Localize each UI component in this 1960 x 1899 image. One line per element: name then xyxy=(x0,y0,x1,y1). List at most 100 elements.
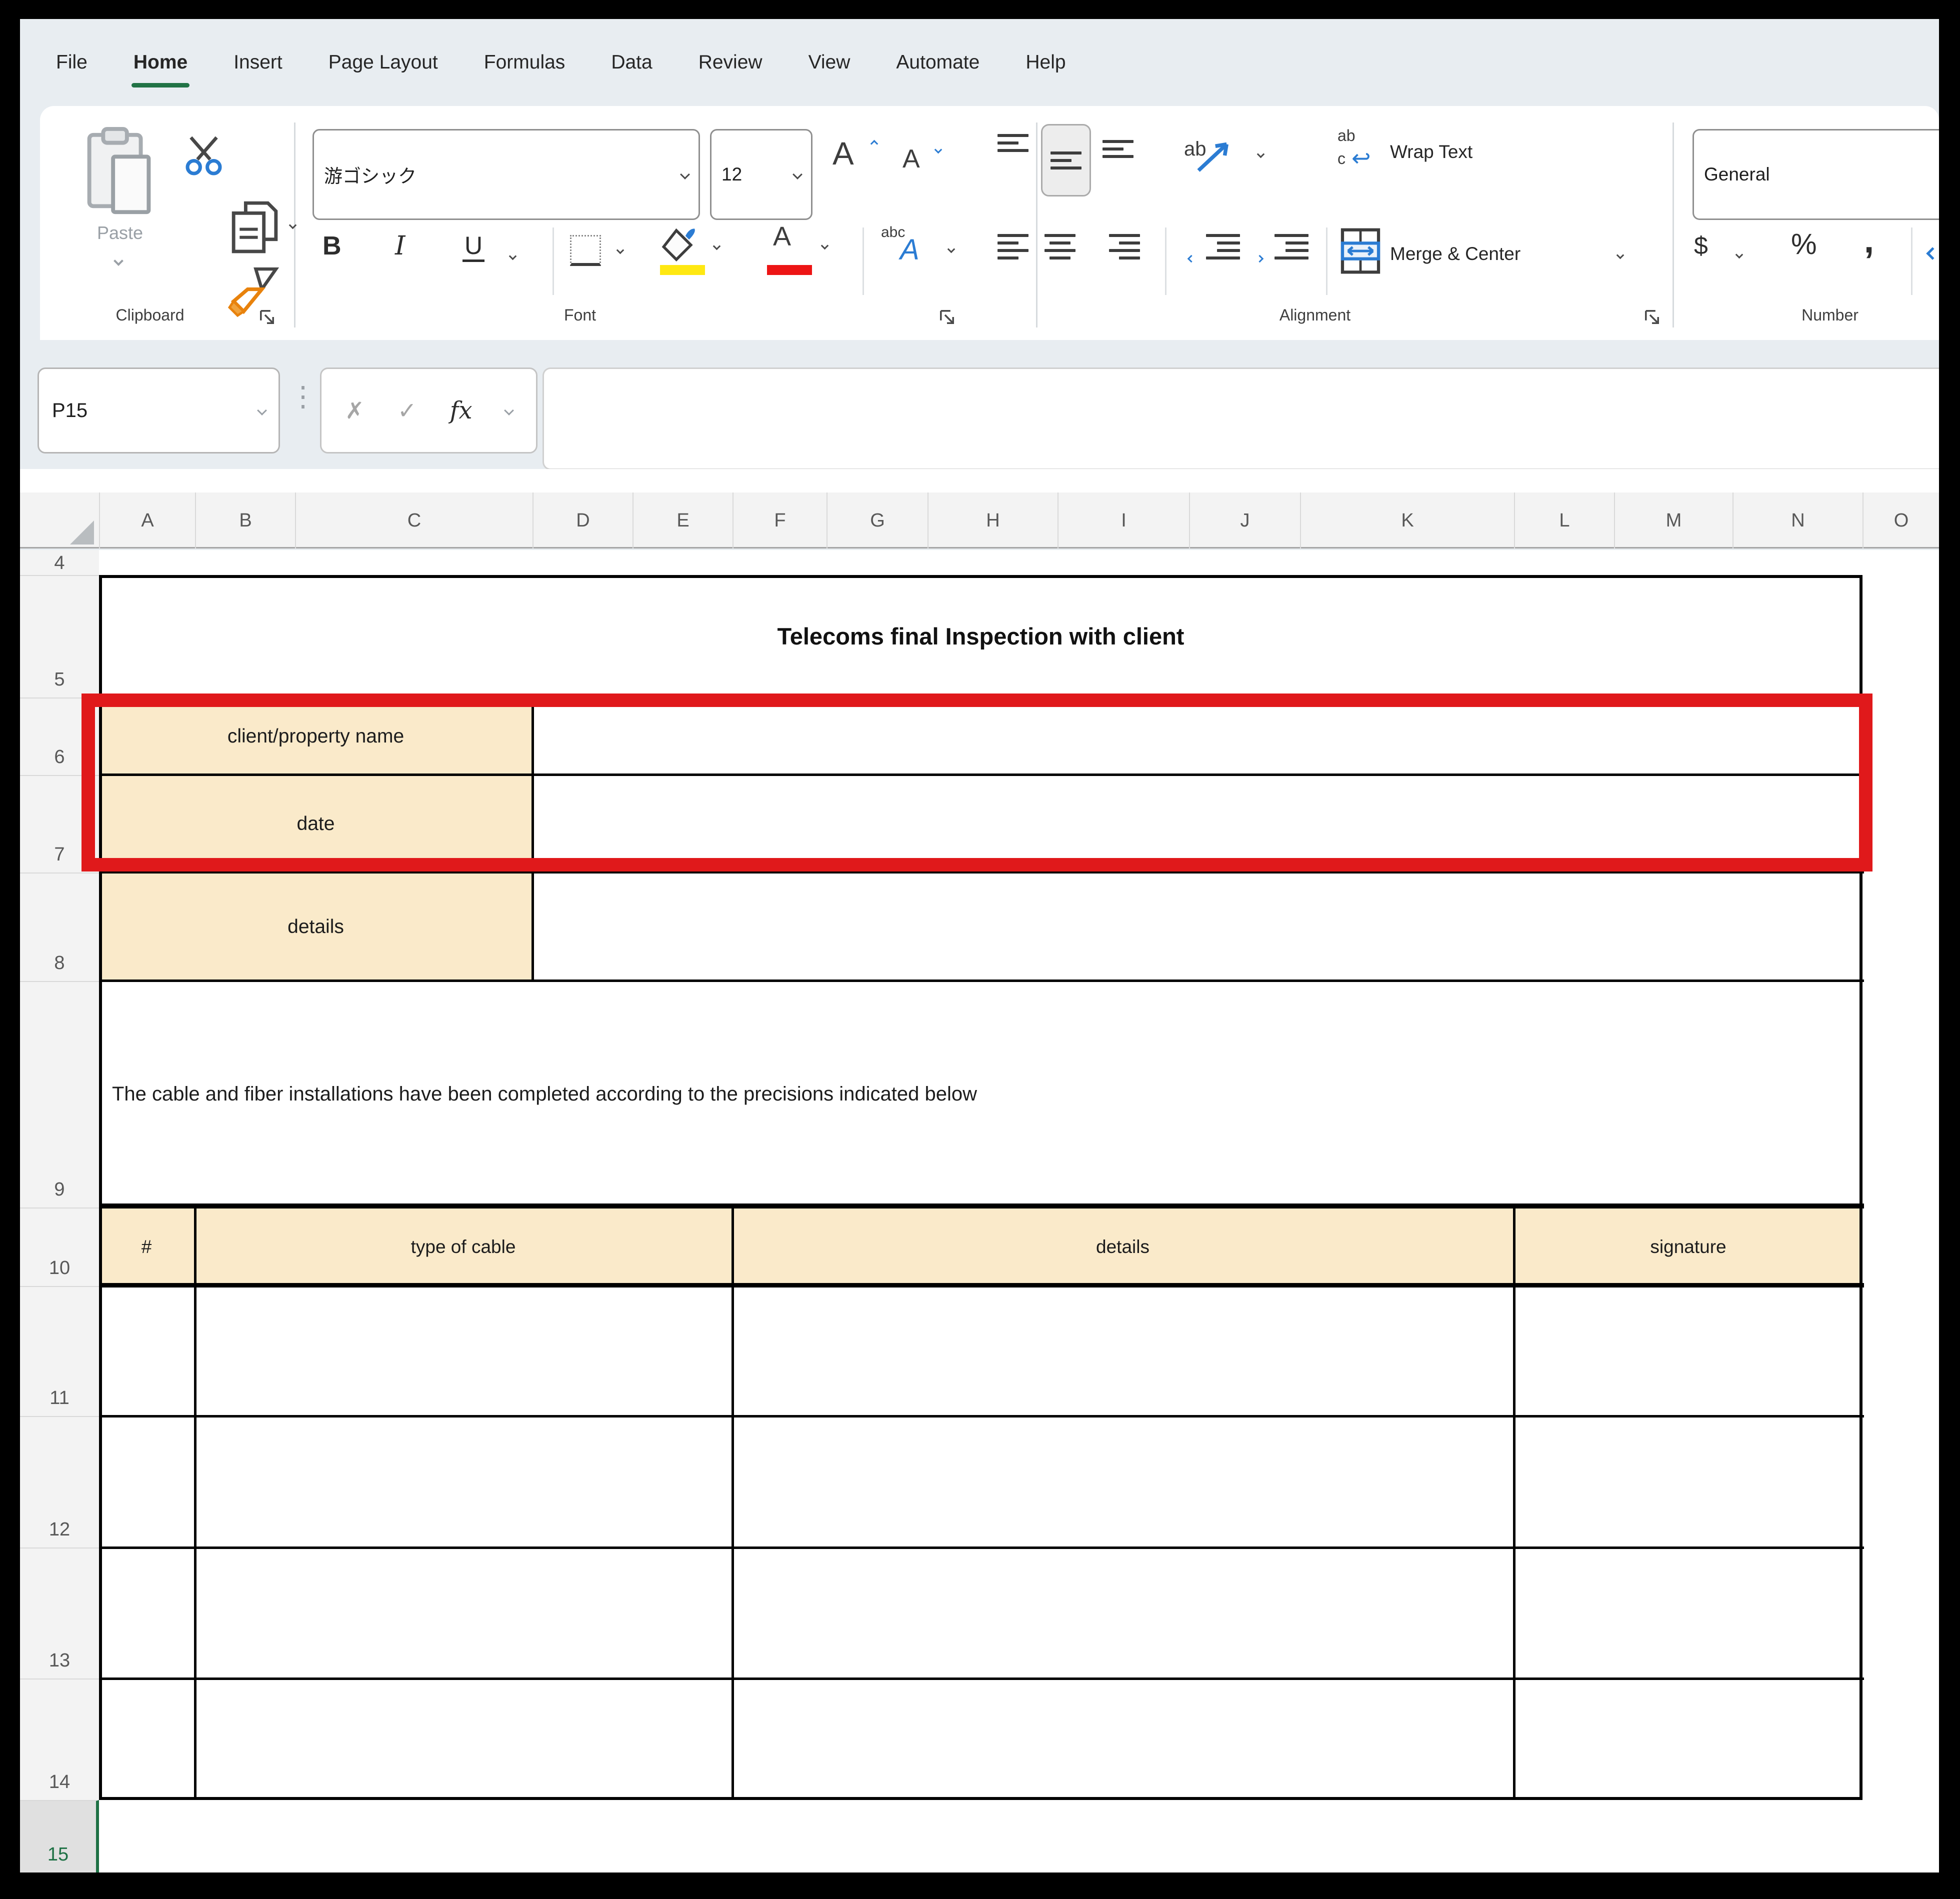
alignment-dialog-launcher[interactable] xyxy=(1642,308,1662,326)
table-cell[interactable] xyxy=(99,1548,194,1678)
increase-font-button[interactable]: A xyxy=(832,135,892,205)
orientation-button[interactable]: ab xyxy=(1184,129,1276,194)
column-header-L[interactable]: L xyxy=(1514,492,1614,548)
column-header-A[interactable]: A xyxy=(99,492,195,548)
table-header-type[interactable]: type of cable xyxy=(195,1208,732,1286)
align-left-button[interactable] xyxy=(998,234,1035,289)
percent-button[interactable]: % xyxy=(1791,228,1846,282)
formula-input[interactable] xyxy=(542,368,1939,470)
column-header-N[interactable]: N xyxy=(1732,492,1862,548)
italic-button[interactable]: I xyxy=(395,231,430,286)
bold-button[interactable]: B xyxy=(322,231,362,286)
cancel-button[interactable]: ✗ xyxy=(345,397,364,424)
table-cell[interactable] xyxy=(1514,1286,1862,1416)
column-header-I[interactable]: I xyxy=(1058,492,1189,548)
tab-view[interactable]: View xyxy=(802,52,856,74)
table-cell[interactable] xyxy=(1514,1548,1862,1678)
insert-function-button[interactable]: fx xyxy=(450,396,472,424)
row-header-5[interactable]: 5 xyxy=(20,575,99,698)
column-header-C[interactable]: C xyxy=(295,492,532,548)
font-name-combo[interactable]: 游ゴシック xyxy=(312,129,700,220)
table-cell[interactable] xyxy=(1514,1678,1862,1800)
row-header-9[interactable]: 9 xyxy=(20,981,99,1208)
column-header-E[interactable]: E xyxy=(632,492,732,548)
fill-color-button[interactable] xyxy=(660,226,730,291)
clipboard-dialog-launcher[interactable] xyxy=(258,308,276,326)
row-header-10[interactable]: 10 xyxy=(20,1208,99,1286)
phonetic-button[interactable]: abc A xyxy=(881,224,966,294)
copy-button[interactable] xyxy=(228,195,308,260)
tab-insert[interactable]: Insert xyxy=(228,52,288,74)
column-header-D[interactable]: D xyxy=(532,492,632,548)
column-header-G[interactable]: G xyxy=(826,492,928,548)
statement-cell[interactable]: The cable and fiber installations have b… xyxy=(99,981,1862,1208)
row-header-8[interactable]: 8 xyxy=(20,872,99,981)
table-cell[interactable] xyxy=(195,1678,732,1800)
align-bottom-button[interactable] xyxy=(1102,140,1140,192)
column-header-J[interactable]: J xyxy=(1189,492,1300,548)
borders-button[interactable] xyxy=(570,235,635,285)
column-header-B[interactable]: B xyxy=(195,492,295,548)
enter-button[interactable]: ✓ xyxy=(398,397,417,424)
comma-style-button[interactable]: , xyxy=(1864,220,1899,275)
table-cell[interactable] xyxy=(732,1678,1513,1800)
row-header-4[interactable]: 4 xyxy=(20,550,99,575)
table-header-number[interactable]: # xyxy=(99,1208,194,1286)
form-label-details[interactable]: details xyxy=(99,872,532,981)
align-middle-button[interactable] xyxy=(1041,124,1091,196)
table-cell[interactable] xyxy=(99,1416,194,1548)
paste-button[interactable]: Paste xyxy=(75,125,165,290)
table-cell[interactable] xyxy=(1514,1416,1862,1548)
select-all-corner[interactable] xyxy=(20,492,99,548)
row-header-15-active[interactable]: 15 xyxy=(20,1800,99,1872)
cut-button[interactable] xyxy=(180,132,235,182)
font-size-combo[interactable]: 12 xyxy=(710,129,812,220)
table-cell[interactable] xyxy=(195,1286,732,1416)
table-cell[interactable] xyxy=(732,1416,1513,1548)
tab-file[interactable]: File xyxy=(50,52,94,74)
table-cell[interactable] xyxy=(732,1548,1513,1678)
row-header-12[interactable]: 12 xyxy=(20,1416,99,1548)
table-cell[interactable] xyxy=(195,1548,732,1678)
increase-decimal-button[interactable] xyxy=(1924,234,1939,284)
paste-icon xyxy=(85,125,155,220)
column-header-O[interactable]: O xyxy=(1862,492,1939,548)
font-dialog-launcher[interactable] xyxy=(938,308,956,326)
wrap-text-button[interactable]: ab c ↩ Wrap Text xyxy=(1338,128,1618,192)
align-center-button[interactable] xyxy=(1041,234,1078,289)
merge-center-button[interactable]: Merge & Center xyxy=(1340,228,1650,292)
sheet-title-cell[interactable]: Telecoms final Inspection with client xyxy=(99,575,1862,698)
currency-button[interactable]: $ xyxy=(1694,231,1759,286)
table-cell[interactable] xyxy=(99,1286,194,1416)
align-top-button[interactable] xyxy=(998,134,1035,186)
tab-page-layout[interactable]: Page Layout xyxy=(322,52,444,74)
table-cell[interactable] xyxy=(732,1286,1513,1416)
column-header-K[interactable]: K xyxy=(1300,492,1514,548)
table-header-details[interactable]: details xyxy=(732,1208,1513,1286)
decrease-indent-button[interactable] xyxy=(1188,234,1240,289)
tab-formulas[interactable]: Formulas xyxy=(478,52,572,74)
number-format-combo[interactable]: General xyxy=(1692,129,1939,220)
tab-automate[interactable]: Automate xyxy=(890,52,986,74)
column-header-H[interactable]: H xyxy=(928,492,1058,548)
row-header-11[interactable]: 11 xyxy=(20,1286,99,1416)
tab-data[interactable]: Data xyxy=(605,52,658,74)
underline-button[interactable]: U xyxy=(462,231,528,286)
align-right-button[interactable] xyxy=(1102,234,1140,289)
decrease-font-button[interactable]: A xyxy=(902,144,962,209)
table-cell[interactable] xyxy=(99,1678,194,1800)
name-box[interactable]: P15 xyxy=(38,368,280,454)
increase-indent-button[interactable] xyxy=(1256,234,1308,289)
tab-review[interactable]: Review xyxy=(692,52,768,74)
form-value-details[interactable] xyxy=(532,872,1862,981)
tab-home[interactable]: Home xyxy=(128,52,194,74)
table-cell[interactable] xyxy=(195,1416,732,1548)
row-header-13[interactable]: 13 xyxy=(20,1548,99,1678)
font-color-button[interactable]: A xyxy=(766,224,841,292)
column-header-F[interactable]: F xyxy=(732,492,826,548)
tab-help[interactable]: Help xyxy=(1020,52,1072,74)
table-header-signature[interactable]: signature xyxy=(1514,1208,1862,1286)
column-header-M[interactable]: M xyxy=(1614,492,1732,548)
row-header-14[interactable]: 14 xyxy=(20,1678,99,1800)
wrap-text-label: Wrap Text xyxy=(1390,142,1472,162)
